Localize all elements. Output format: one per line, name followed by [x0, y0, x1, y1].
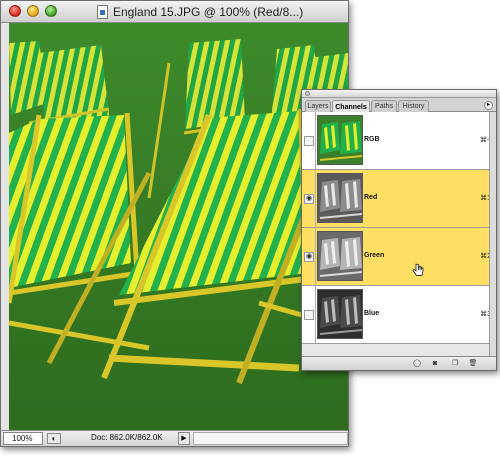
- palette-tabs: Layers Channels Paths History ▸: [302, 98, 496, 113]
- visibility-column: ◉: [302, 228, 316, 285]
- close-icon[interactable]: [9, 5, 21, 17]
- save-selection-icon[interactable]: ◙: [430, 359, 440, 368]
- document-window: England 15.JPG @ 100% (Red/8...) 100% ◐ …: [0, 0, 349, 447]
- tab-paths[interactable]: Paths: [371, 100, 397, 112]
- jpeg-file-icon: [97, 5, 108, 19]
- visibility-column: [302, 112, 316, 169]
- image-canvas[interactable]: [9, 23, 348, 431]
- document-size-info: Doc: 862.0K/862.0K: [91, 433, 163, 442]
- window-title-text: England 15.JPG @ 100% (Red/8...): [113, 5, 304, 19]
- channel-thumbnail-green: [317, 231, 363, 281]
- visibility-column: [302, 286, 316, 343]
- horizontal-scrollbar[interactable]: [193, 432, 348, 445]
- visibility-toggle[interactable]: [304, 310, 314, 320]
- channel-name-blue: Blue: [364, 310, 380, 317]
- status-info-icon[interactable]: ◐: [47, 433, 61, 444]
- zoom-level-field[interactable]: 100%: [3, 432, 43, 445]
- channel-row-green[interactable]: ◉ Green ⌘2: [302, 228, 496, 286]
- channel-name-green: Green: [364, 252, 385, 259]
- tab-history[interactable]: History: [398, 100, 429, 112]
- zoom-icon[interactable]: [45, 5, 57, 17]
- channel-name-red: Red: [364, 194, 378, 201]
- eye-icon[interactable]: ◉: [304, 252, 314, 262]
- minimize-icon[interactable]: [27, 5, 39, 17]
- palette-title-bar[interactable]: [302, 90, 496, 98]
- visibility-toggle[interactable]: [304, 136, 314, 146]
- palette-scrollbar[interactable]: [489, 112, 496, 356]
- hand-cursor-icon: [412, 263, 424, 276]
- channel-thumbnail-red: [317, 173, 363, 223]
- tab-layers[interactable]: Layers: [305, 100, 331, 112]
- palette-menu-icon[interactable]: ▸: [484, 101, 493, 110]
- deck-chairs-photo: [9, 23, 348, 431]
- channel-row-blue[interactable]: Blue ⌘3: [302, 286, 496, 344]
- channel-name-rgb: RGB: [364, 136, 380, 143]
- title-bar[interactable]: England 15.JPG @ 100% (Red/8...): [1, 1, 348, 23]
- eye-icon[interactable]: ◉: [304, 194, 314, 204]
- channels-palette: Layers Channels Paths History ▸ RGB ⌘~ ◉…: [301, 89, 497, 371]
- palette-button-bar: ◯ ◙ ❐ 🗑: [302, 356, 496, 370]
- channel-thumbnail-blue: [317, 289, 363, 339]
- visibility-column: ◉: [302, 170, 316, 227]
- channel-row-rgb[interactable]: RGB ⌘~: [302, 112, 496, 170]
- window-title: England 15.JPG @ 100% (Red/8...): [97, 4, 303, 20]
- trash-icon[interactable]: 🗑: [468, 359, 478, 368]
- channel-row-red[interactable]: ◉ Red ⌘1: [302, 170, 496, 228]
- channel-thumbnail-rgb: [317, 115, 363, 165]
- load-selection-icon[interactable]: ◯: [412, 359, 422, 368]
- new-channel-icon[interactable]: ❐: [450, 359, 460, 368]
- palette-close-icon[interactable]: [305, 91, 310, 96]
- triangle-right-icon[interactable]: ▶: [178, 432, 190, 445]
- status-bar: 100% ◐ Doc: 862.0K/862.0K ▶: [1, 430, 348, 446]
